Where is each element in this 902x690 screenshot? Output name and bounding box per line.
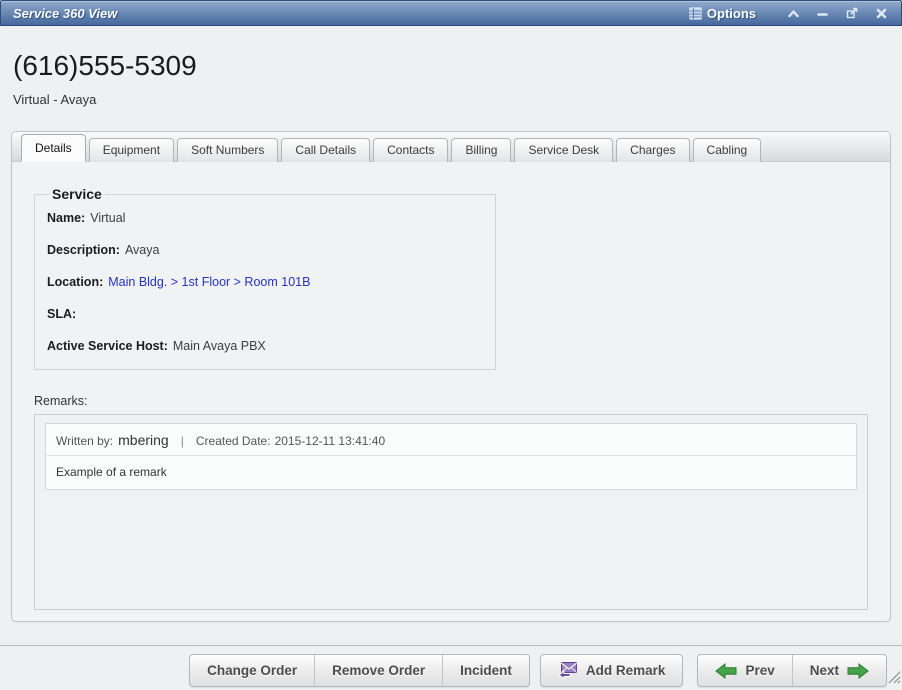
resize-handle[interactable] [886, 669, 901, 689]
prev-label: Prev [745, 663, 774, 678]
field-active-service-host: Active Service Host: Main Avaya PBX [47, 340, 483, 353]
field-location: Location: Main Bldg. > 1st Floor > Room 1… [47, 276, 483, 289]
resize-grip-icon [886, 669, 901, 684]
arrow-left-icon [715, 663, 737, 679]
created-date-value: 2015-12-11 13:41:40 [275, 434, 386, 448]
page-header: (616)555-5309 Virtual - Avaya [0, 26, 902, 107]
minimize-button[interactable] [813, 7, 832, 20]
options-label: Options [707, 6, 756, 21]
close-button[interactable] [872, 6, 891, 21]
next-label: Next [810, 663, 839, 678]
tabstrip: Details Equipment Soft Numbers Call Deta… [12, 132, 890, 162]
tab-cabling[interactable]: Cabling [693, 138, 762, 162]
tab-details[interactable]: Details [21, 134, 86, 162]
arrow-right-icon [847, 663, 869, 679]
field-active-service-host-value: Main Avaya PBX [173, 339, 266, 353]
incident-button[interactable]: Incident [442, 655, 529, 686]
field-description-label: Description: [47, 243, 120, 257]
remove-order-label: Remove Order [332, 663, 425, 678]
tab-contacts[interactable]: Contacts [373, 138, 448, 162]
next-button[interactable]: Next [792, 655, 886, 686]
service-panel: Details Equipment Soft Numbers Call Deta… [11, 131, 891, 622]
add-remark-label: Add Remark [586, 663, 666, 678]
prev-button[interactable]: Prev [698, 655, 791, 686]
field-location-label: Location: [47, 275, 103, 289]
close-icon [876, 8, 887, 19]
field-name-label: Name: [47, 211, 85, 225]
window-title: Service 360 View [13, 6, 117, 21]
options-button[interactable]: Options [685, 4, 760, 23]
field-name: Name: Virtual [47, 212, 483, 225]
tab-charges[interactable]: Charges [616, 138, 689, 162]
chevron-up-icon [788, 9, 799, 18]
service-subtitle: Virtual - Avaya [13, 92, 888, 107]
details-tab-content: Service Name: Virtual Description: Avaya L… [12, 162, 890, 622]
tab-equipment[interactable]: Equipment [89, 138, 174, 162]
tab-call-details[interactable]: Call Details [281, 138, 370, 162]
remark-author: mbering [118, 432, 169, 448]
remark-item: Written by: mbering | Created Date: 2015… [45, 423, 857, 490]
collapse-button[interactable] [784, 7, 803, 20]
footer-toolbar: Change Order Remove Order Incident Add R… [0, 645, 902, 690]
nav-button-group: Prev Next [697, 654, 887, 687]
field-sla-label: SLA: [47, 307, 76, 321]
incident-label: Incident [460, 663, 512, 678]
written-by-label: Written by: [56, 434, 113, 448]
change-order-button[interactable]: Change Order [190, 655, 314, 686]
remarks-label: Remarks: [34, 394, 868, 408]
tab-service-desk[interactable]: Service Desk [514, 138, 613, 162]
field-name-value: Virtual [90, 211, 125, 225]
service-legend: Service [49, 186, 105, 202]
envelope-reply-icon [558, 661, 578, 680]
location-link[interactable]: Main Bldg. > 1st Floor > Room 101B [108, 275, 310, 289]
minimize-icon [817, 9, 828, 18]
created-date-label: Created Date: [196, 434, 271, 448]
remark-button-group: Add Remark [540, 654, 684, 687]
remark-header: Written by: mbering | Created Date: 2015… [46, 424, 856, 456]
popout-icon [846, 7, 858, 19]
order-button-group: Change Order Remove Order Incident [189, 654, 530, 687]
remove-order-button[interactable]: Remove Order [314, 655, 442, 686]
page-title: (616)555-5309 [13, 50, 888, 82]
titlebar: Service 360 View Options [0, 0, 902, 26]
remarks-container: Written by: mbering | Created Date: 2015… [34, 414, 868, 610]
tab-soft-numbers[interactable]: Soft Numbers [177, 138, 278, 162]
field-active-service-host-label: Active Service Host: [47, 339, 168, 353]
options-icon [689, 7, 702, 20]
tab-billing[interactable]: Billing [451, 138, 511, 162]
field-description: Description: Avaya [47, 244, 483, 257]
add-remark-button[interactable]: Add Remark [541, 655, 683, 686]
remark-text: Example of a remark [46, 456, 856, 489]
remark-separator: | [181, 434, 184, 448]
popout-button[interactable] [842, 5, 862, 21]
service-fieldset: Service Name: Virtual Description: Avaya L… [34, 186, 496, 370]
field-sla: SLA: [47, 308, 483, 321]
field-description-value: Avaya [125, 243, 160, 257]
change-order-label: Change Order [207, 663, 297, 678]
